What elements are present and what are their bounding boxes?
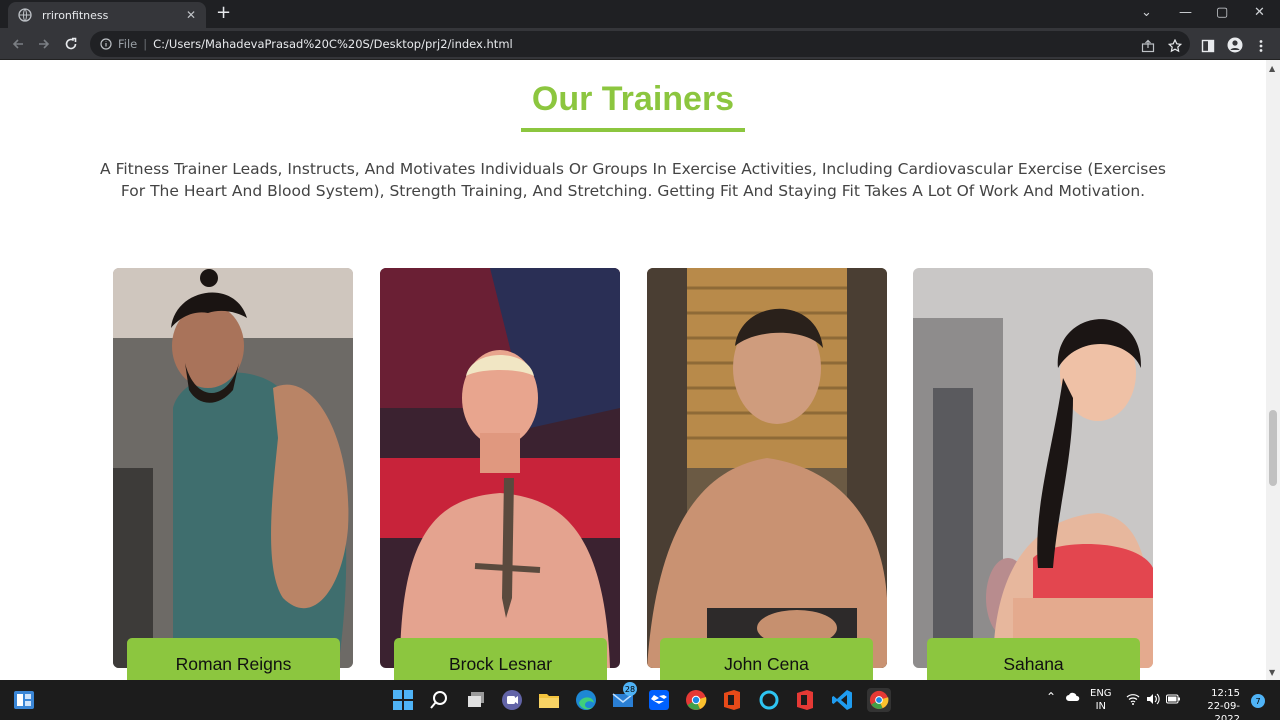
scroll-up-icon[interactable]: ▲ — [1269, 64, 1275, 73]
language-region: IN — [1095, 701, 1106, 712]
address-bar[interactable]: File | C:/Users/MahadevaPrasad%20C%20S/D… — [90, 31, 1190, 57]
profile-icon[interactable] — [1226, 36, 1244, 54]
mail-icon[interactable]: 28 — [611, 682, 637, 712]
trainer-photo — [647, 268, 887, 668]
task-view-icon[interactable] — [464, 688, 488, 712]
language-indicator[interactable]: ENG IN — [1090, 687, 1112, 713]
menu-kebab-icon[interactable] — [1252, 37, 1270, 55]
scrollbar-thumb[interactable] — [1269, 410, 1277, 486]
trainer-photo — [913, 268, 1153, 668]
info-icon[interactable] — [100, 38, 112, 50]
trainer-photo — [380, 268, 620, 668]
tab-search-icon[interactable]: ⌄ — [1141, 5, 1152, 20]
chrome-icon[interactable] — [684, 688, 708, 712]
edge-icon[interactable] — [574, 688, 598, 712]
language-code: ENG — [1090, 688, 1112, 699]
file-explorer-icon[interactable] — [537, 688, 561, 712]
close-tab-icon[interactable]: ✕ — [186, 8, 196, 22]
mail-badge: 28 — [623, 682, 637, 696]
scroll-down-icon[interactable]: ▼ — [1269, 668, 1275, 677]
wifi-icon[interactable] — [1126, 693, 1140, 709]
share-icon[interactable] — [1139, 37, 1157, 55]
forward-icon[interactable] — [34, 34, 54, 54]
trainer-name: Roman Reigns — [127, 638, 340, 680]
trainer-name: John Cena — [660, 638, 873, 680]
dropbox-icon[interactable] — [647, 688, 671, 712]
minimize-icon[interactable]: — — [1179, 5, 1192, 20]
onedrive-icon[interactable] — [1066, 692, 1080, 706]
title-underline — [521, 128, 745, 132]
chevron-up-icon[interactable]: ⌃ — [1046, 691, 1056, 704]
trainer-name: Sahana — [927, 638, 1140, 680]
trainer-photo — [113, 268, 353, 668]
address-scheme: File — [118, 37, 138, 51]
page-scrollbar[interactable]: ▲ ▼ — [1266, 60, 1280, 680]
address-separator: | — [143, 37, 148, 51]
address-url: C:/Users/MahadevaPrasad%20C%20S/Desktop/… — [153, 37, 513, 51]
os-taskbar: 28 ⌃ ENG IN 12:15 22-09-2022 7 — [0, 680, 1280, 720]
search-icon[interactable] — [427, 688, 451, 712]
globe-icon — [18, 8, 32, 22]
start-icon[interactable] — [391, 688, 415, 712]
volume-icon[interactable] — [1146, 693, 1160, 709]
trainer-card[interactable] — [380, 268, 620, 668]
office-icon[interactable] — [793, 688, 817, 712]
trainer-card[interactable] — [647, 268, 887, 668]
browser-toolbar: File | C:/Users/MahadevaPrasad%20C%20S/D… — [0, 28, 1280, 60]
reload-icon[interactable] — [61, 34, 81, 54]
cortana-icon[interactable] — [757, 688, 781, 712]
trainer-card[interactable] — [913, 268, 1153, 668]
tab-title: rrironfitness — [42, 8, 109, 22]
back-icon[interactable] — [8, 34, 28, 54]
bookmark-star-icon[interactable] — [1166, 37, 1184, 55]
browser-tab[interactable]: rrironfitness ✕ — [8, 2, 206, 28]
clock-date: 22-09-2022 — [1207, 701, 1240, 720]
clock[interactable]: 12:15 22-09-2022 — [1190, 687, 1240, 720]
browser-tabstrip: rrironfitness ✕ + ⌄ — ▢ ✕ — [0, 0, 1280, 28]
notification-badge[interactable]: 7 — [1251, 694, 1265, 708]
close-window-icon[interactable]: ✕ — [1254, 5, 1265, 20]
side-panel-icon[interactable] — [1199, 37, 1217, 55]
clock-time: 12:15 — [1211, 688, 1240, 699]
section-title: Our Trainers — [531, 80, 735, 118]
new-tab-icon[interactable]: + — [216, 4, 231, 22]
vscode-icon[interactable] — [830, 688, 854, 712]
trainer-card[interactable] — [113, 268, 353, 668]
page-viewport: Our Trainers A Fitness Trainer Leads, In… — [0, 60, 1266, 680]
chrome-active-icon[interactable] — [867, 688, 891, 712]
teams-chat-icon[interactable] — [500, 688, 524, 712]
trainer-name: Brock Lesnar — [394, 638, 607, 680]
battery-icon[interactable] — [1166, 694, 1180, 708]
section-intro: A Fitness Trainer Leads, Instructs, And … — [100, 160, 1166, 200]
office-icon[interactable] — [720, 688, 744, 712]
widgets-icon[interactable] — [12, 688, 36, 712]
maximize-icon[interactable]: ▢ — [1216, 5, 1228, 20]
